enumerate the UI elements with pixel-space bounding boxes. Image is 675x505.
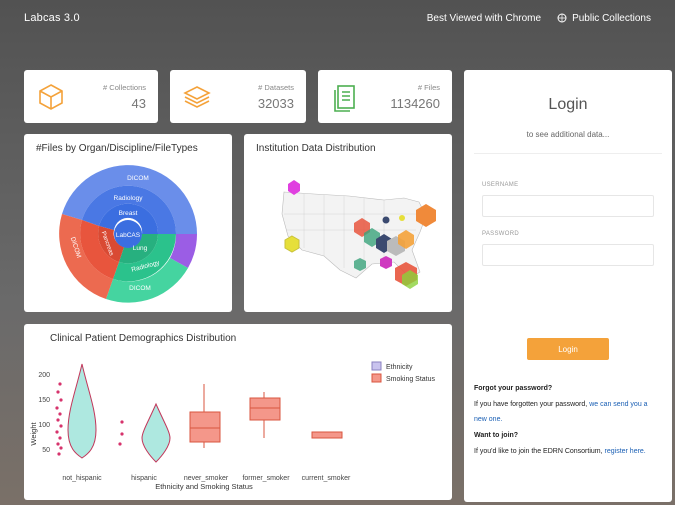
sunburst-breast-label: Breast	[119, 210, 138, 217]
demographics-title: Clinical Patient Demographics Distributi…	[50, 333, 237, 344]
files-value: 1134260	[390, 95, 440, 111]
legend-ethnicity-swatch[interactable]	[371, 361, 382, 371]
app-title[interactable]: Labcas 3.0	[24, 12, 80, 24]
demographics-chart[interactable]: Weight 200 150 100 50 not_hispanic hispa…	[24, 350, 452, 500]
forgot-password-heading: Forgot your password?	[474, 385, 553, 392]
sunburst-panel: #Files by Organ/Discipline/FileTypes Lab…	[24, 134, 232, 312]
files-stat-card[interactable]: # Files 1134260	[318, 70, 452, 123]
collections-stat-card[interactable]: # Collections 43	[24, 70, 158, 123]
login-title: Login	[548, 96, 588, 113]
username-label: USERNAME	[482, 182, 519, 188]
y-tick: 150	[38, 397, 50, 404]
files-icon	[334, 84, 355, 112]
datasets-label: # Datasets	[258, 82, 294, 92]
collections-label: # Collections	[103, 82, 146, 92]
cube-icon	[39, 83, 63, 110]
violin-hispanic[interactable]	[141, 402, 171, 463]
legend-ethnicity-label: Ethnicity	[386, 364, 413, 371]
x-tick: hispanic	[131, 475, 157, 482]
datasets-value: 32033	[257, 95, 294, 111]
y-axis-label: Weight	[29, 421, 38, 445]
globe-icon	[557, 13, 567, 23]
join-heading: Want to join?	[474, 432, 519, 439]
collections-value: 43	[131, 95, 146, 111]
sunburst-dicom-breast-label: DICOM	[127, 175, 149, 182]
map-marker[interactable]	[284, 235, 300, 253]
sunburst-lung-label: Lung	[133, 245, 148, 252]
hispanic-points	[118, 420, 124, 446]
box-former-smoker[interactable]	[249, 397, 281, 421]
y-tick: 200	[38, 372, 50, 379]
sunburst-radiology-breast-label: Radiology	[114, 195, 144, 202]
map-marker[interactable]	[382, 216, 390, 224]
sunburst-dicom-lung-label: DICOM	[129, 285, 151, 292]
login-divider	[474, 153, 662, 154]
forgot-password-text: If you have forgotten your password,	[474, 401, 588, 408]
legend-smoking-label: Smoking Status	[386, 376, 436, 383]
box-never-smoker[interactable]	[189, 411, 221, 443]
demographics-panel: Clinical Patient Demographics Distributi…	[24, 324, 452, 500]
violin-not-hispanic[interactable]	[67, 363, 97, 459]
join-text: If you'd like to join the EDRN Consortiu…	[474, 448, 603, 455]
map-title: Institution Data Distribution	[256, 143, 376, 154]
top-navbar: Labcas 3.0 Best Viewed with Chrome Publi…	[0, 0, 675, 36]
x-axis-label: Ethnicity and Smoking Status	[155, 482, 253, 491]
x-tick: current_smoker	[302, 475, 351, 482]
layers-icon	[183, 85, 211, 108]
y-tick: 100	[38, 422, 50, 429]
sunburst-center-label: LabCAS	[116, 232, 141, 239]
not-hispanic-points	[55, 382, 63, 456]
datasets-stat-card[interactable]: # Datasets 32033	[170, 70, 306, 123]
x-tick: not_hispanic	[62, 475, 102, 482]
sunburst-title: #Files by Organ/Discipline/FileTypes	[36, 143, 198, 154]
x-tick: former_smoker	[242, 475, 290, 482]
institution-map[interactable]	[244, 160, 452, 310]
browser-note: Best Viewed with Chrome	[426, 12, 542, 24]
public-collections-label: Public Collections	[572, 12, 651, 24]
username-input[interactable]	[482, 195, 654, 217]
map-marker[interactable]	[399, 215, 405, 221]
sunburst-chart[interactable]: LabCAS Breast Radiology DICOM Lung Radio…	[24, 160, 232, 310]
register-link[interactable]: register here.	[605, 448, 646, 455]
institution-map-panel: Institution Data Distribution	[244, 134, 452, 312]
password-label: PASSWORD	[482, 231, 519, 237]
public-collections-link[interactable]: Public Collections	[557, 13, 651, 24]
login-subtitle: to see additional data...	[526, 130, 610, 139]
login-panel: Login to see additional data... USERNAME…	[464, 70, 672, 502]
box-current-smoker[interactable]	[311, 431, 343, 439]
x-tick: never_smoker	[184, 475, 229, 482]
files-label: # Files	[417, 82, 440, 92]
password-input[interactable]	[482, 244, 654, 266]
y-tick: 50	[42, 447, 50, 454]
login-button[interactable]: Login	[527, 338, 609, 360]
legend-smoking-swatch[interactable]	[371, 373, 382, 383]
